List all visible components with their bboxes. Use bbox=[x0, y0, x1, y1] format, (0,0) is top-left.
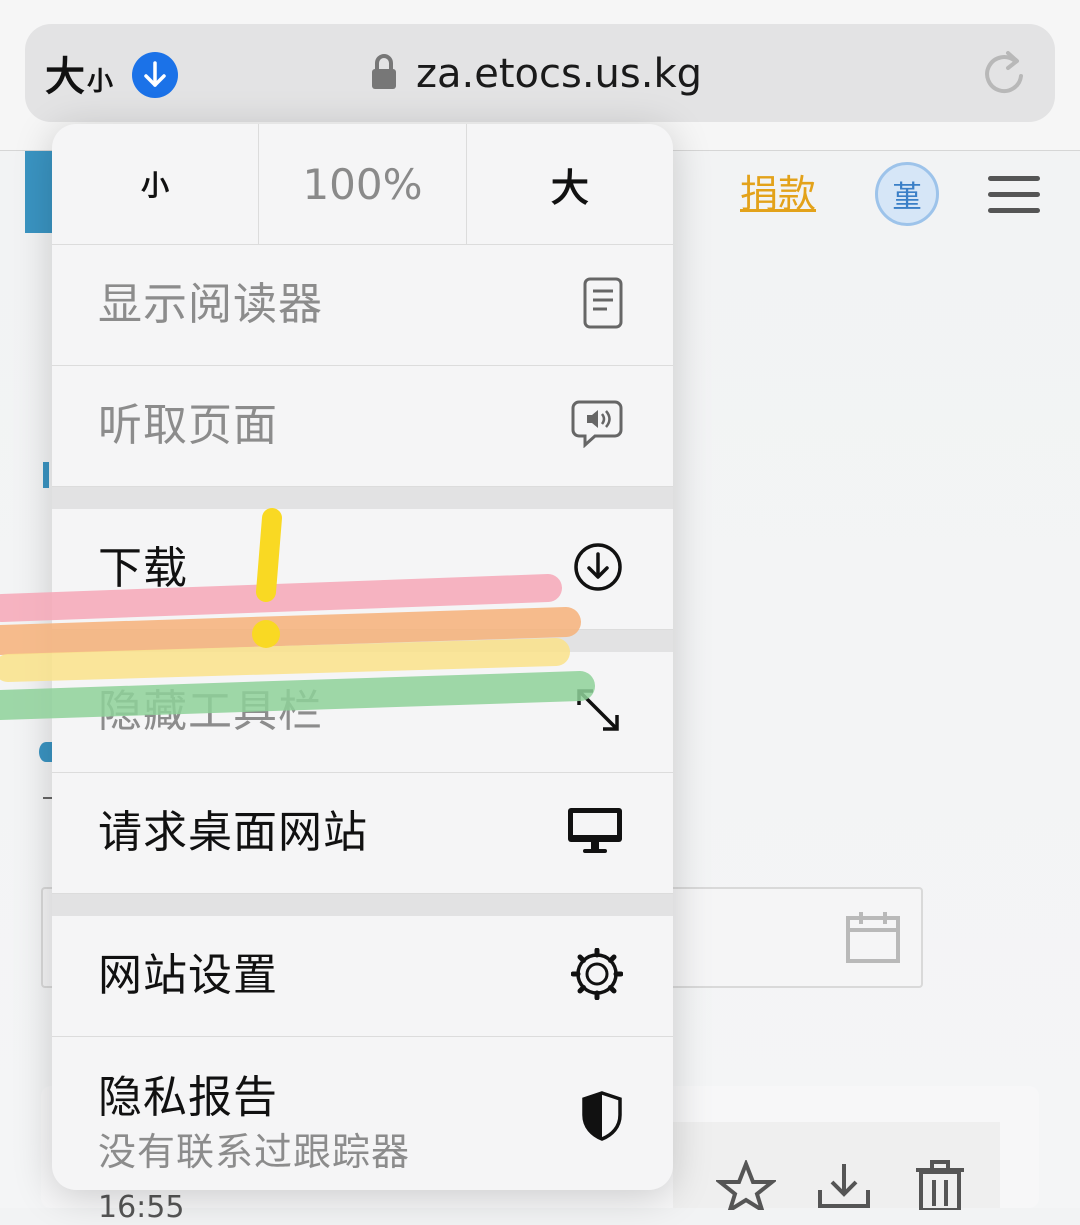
menu-item-label: 请求桌面网站 bbox=[98, 807, 368, 858]
expand-arrows-icon bbox=[573, 685, 623, 739]
menu-item-request-desktop-site[interactable]: 请求桌面网站 bbox=[52, 773, 673, 894]
page-side-tab[interactable] bbox=[25, 151, 55, 233]
address-bar[interactable]: 大 小 za.etocs.us.kg bbox=[25, 24, 1055, 122]
menu-item-label: 下载 bbox=[98, 543, 188, 594]
menu-item-sublabel: 没有联系过跟踪器 bbox=[98, 1130, 411, 1174]
speaker-bubble-icon bbox=[571, 400, 623, 452]
lock-icon bbox=[370, 53, 398, 95]
shield-icon bbox=[581, 1091, 623, 1145]
download-circle-icon bbox=[573, 542, 623, 596]
star-icon[interactable] bbox=[714, 1158, 778, 1215]
menu-separator bbox=[52, 487, 673, 509]
desktop-icon bbox=[567, 806, 623, 860]
zoom-out-label: 小 bbox=[141, 169, 170, 202]
zoom-reset-button[interactable]: 100% bbox=[259, 124, 467, 244]
zoom-out-button[interactable]: 小 bbox=[52, 124, 260, 244]
page-format-small-char: 小 bbox=[87, 67, 114, 97]
zoom-controls: 小 100% 大 bbox=[52, 124, 673, 245]
menu-separator bbox=[52, 630, 673, 652]
hamburger-menu-icon[interactable] bbox=[988, 176, 1040, 224]
page-format-big-char: 大 bbox=[45, 54, 85, 100]
reload-icon[interactable] bbox=[981, 48, 1029, 104]
gear-icon bbox=[570, 947, 624, 1004]
menu-item-label: 网站设置 bbox=[98, 950, 278, 1001]
trash-icon[interactable] bbox=[912, 1160, 968, 1214]
menu-item-label: 听取页面 bbox=[98, 400, 278, 451]
url-field[interactable]: za.etocs.us.kg bbox=[370, 46, 702, 102]
menu-item-privacy-report[interactable]: 隐私报告 没有联系过跟踪器 bbox=[52, 1037, 673, 1190]
page-menu-popup: 小 100% 大 显示阅读器 听取页面 下载 隐藏工具栏 请求桌面网站 网站设置… bbox=[52, 124, 673, 1190]
menu-item-show-reader[interactable]: 显示阅读器 bbox=[52, 245, 673, 366]
avatar-char: 堇 bbox=[892, 180, 922, 215]
menu-item-website-settings[interactable]: 网站设置 bbox=[52, 916, 673, 1037]
download-icon[interactable] bbox=[816, 1160, 872, 1214]
menu-item-label: 隐私报告 bbox=[98, 1072, 278, 1123]
reader-icon bbox=[583, 277, 623, 333]
menu-separator bbox=[52, 894, 673, 916]
download-badge-icon[interactable] bbox=[132, 52, 178, 98]
avatar[interactable]: 堇 bbox=[875, 162, 939, 226]
page-format-button[interactable]: 大 小 bbox=[45, 46, 113, 102]
menu-item-label: 显示阅读器 bbox=[98, 279, 323, 330]
menu-item-listen-page[interactable]: 听取页面 bbox=[52, 366, 673, 487]
zoom-in-button[interactable]: 大 bbox=[467, 124, 673, 244]
zoom-percent: 100% bbox=[302, 159, 423, 209]
calendar-icon[interactable] bbox=[845, 910, 901, 968]
page-edge-mark bbox=[43, 462, 49, 488]
page-edge-dot bbox=[39, 742, 53, 762]
url-text: za.etocs.us.kg bbox=[416, 51, 702, 97]
card-actions bbox=[714, 1158, 968, 1215]
donate-link[interactable]: 捐款 bbox=[740, 170, 816, 218]
zoom-in-label: 大 bbox=[550, 165, 589, 210]
menu-item-label: 隐藏工具栏 bbox=[98, 686, 323, 737]
menu-item-hide-toolbar[interactable]: 隐藏工具栏 bbox=[52, 652, 673, 773]
menu-item-download[interactable]: 下载 bbox=[52, 509, 673, 630]
